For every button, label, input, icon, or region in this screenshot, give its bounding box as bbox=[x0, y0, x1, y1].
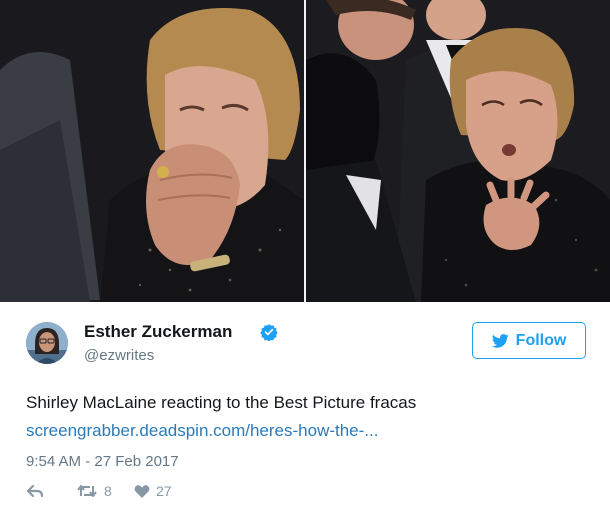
follow-button-label: Follow bbox=[515, 331, 567, 349]
avatar-icon bbox=[26, 322, 68, 364]
photo-right-image bbox=[306, 0, 610, 302]
tweet-link[interactable]: screengrabber.deadspin.com/heres-how-the… bbox=[26, 421, 378, 441]
retweet-icon bbox=[77, 485, 97, 497]
author-display-name[interactable]: Esther Zuckerman bbox=[84, 322, 232, 342]
heart-icon bbox=[134, 484, 150, 498]
author-handle[interactable]: @ezwrites bbox=[84, 347, 154, 364]
tweet-text: Shirley MacLaine reacting to the Best Pi… bbox=[26, 393, 417, 412]
follow-button[interactable]: Follow bbox=[472, 322, 586, 359]
photo-right[interactable] bbox=[306, 0, 610, 302]
photo-left-image bbox=[0, 0, 304, 302]
twitter-bird-icon bbox=[491, 333, 509, 348]
retweet-button[interactable]: 8 bbox=[76, 482, 112, 500]
retweet-count: 8 bbox=[104, 483, 112, 499]
verified-badge-icon bbox=[260, 324, 278, 341]
avatar[interactable] bbox=[26, 322, 68, 364]
reply-icon bbox=[26, 484, 44, 498]
reply-button[interactable] bbox=[26, 482, 44, 500]
like-count: 27 bbox=[156, 483, 172, 499]
photo-left[interactable] bbox=[0, 0, 304, 302]
tweet-timestamp[interactable]: 9:54 AM - 27 Feb 2017 bbox=[26, 453, 179, 470]
photo-strip bbox=[0, 0, 610, 302]
like-button[interactable]: 27 bbox=[134, 482, 172, 500]
